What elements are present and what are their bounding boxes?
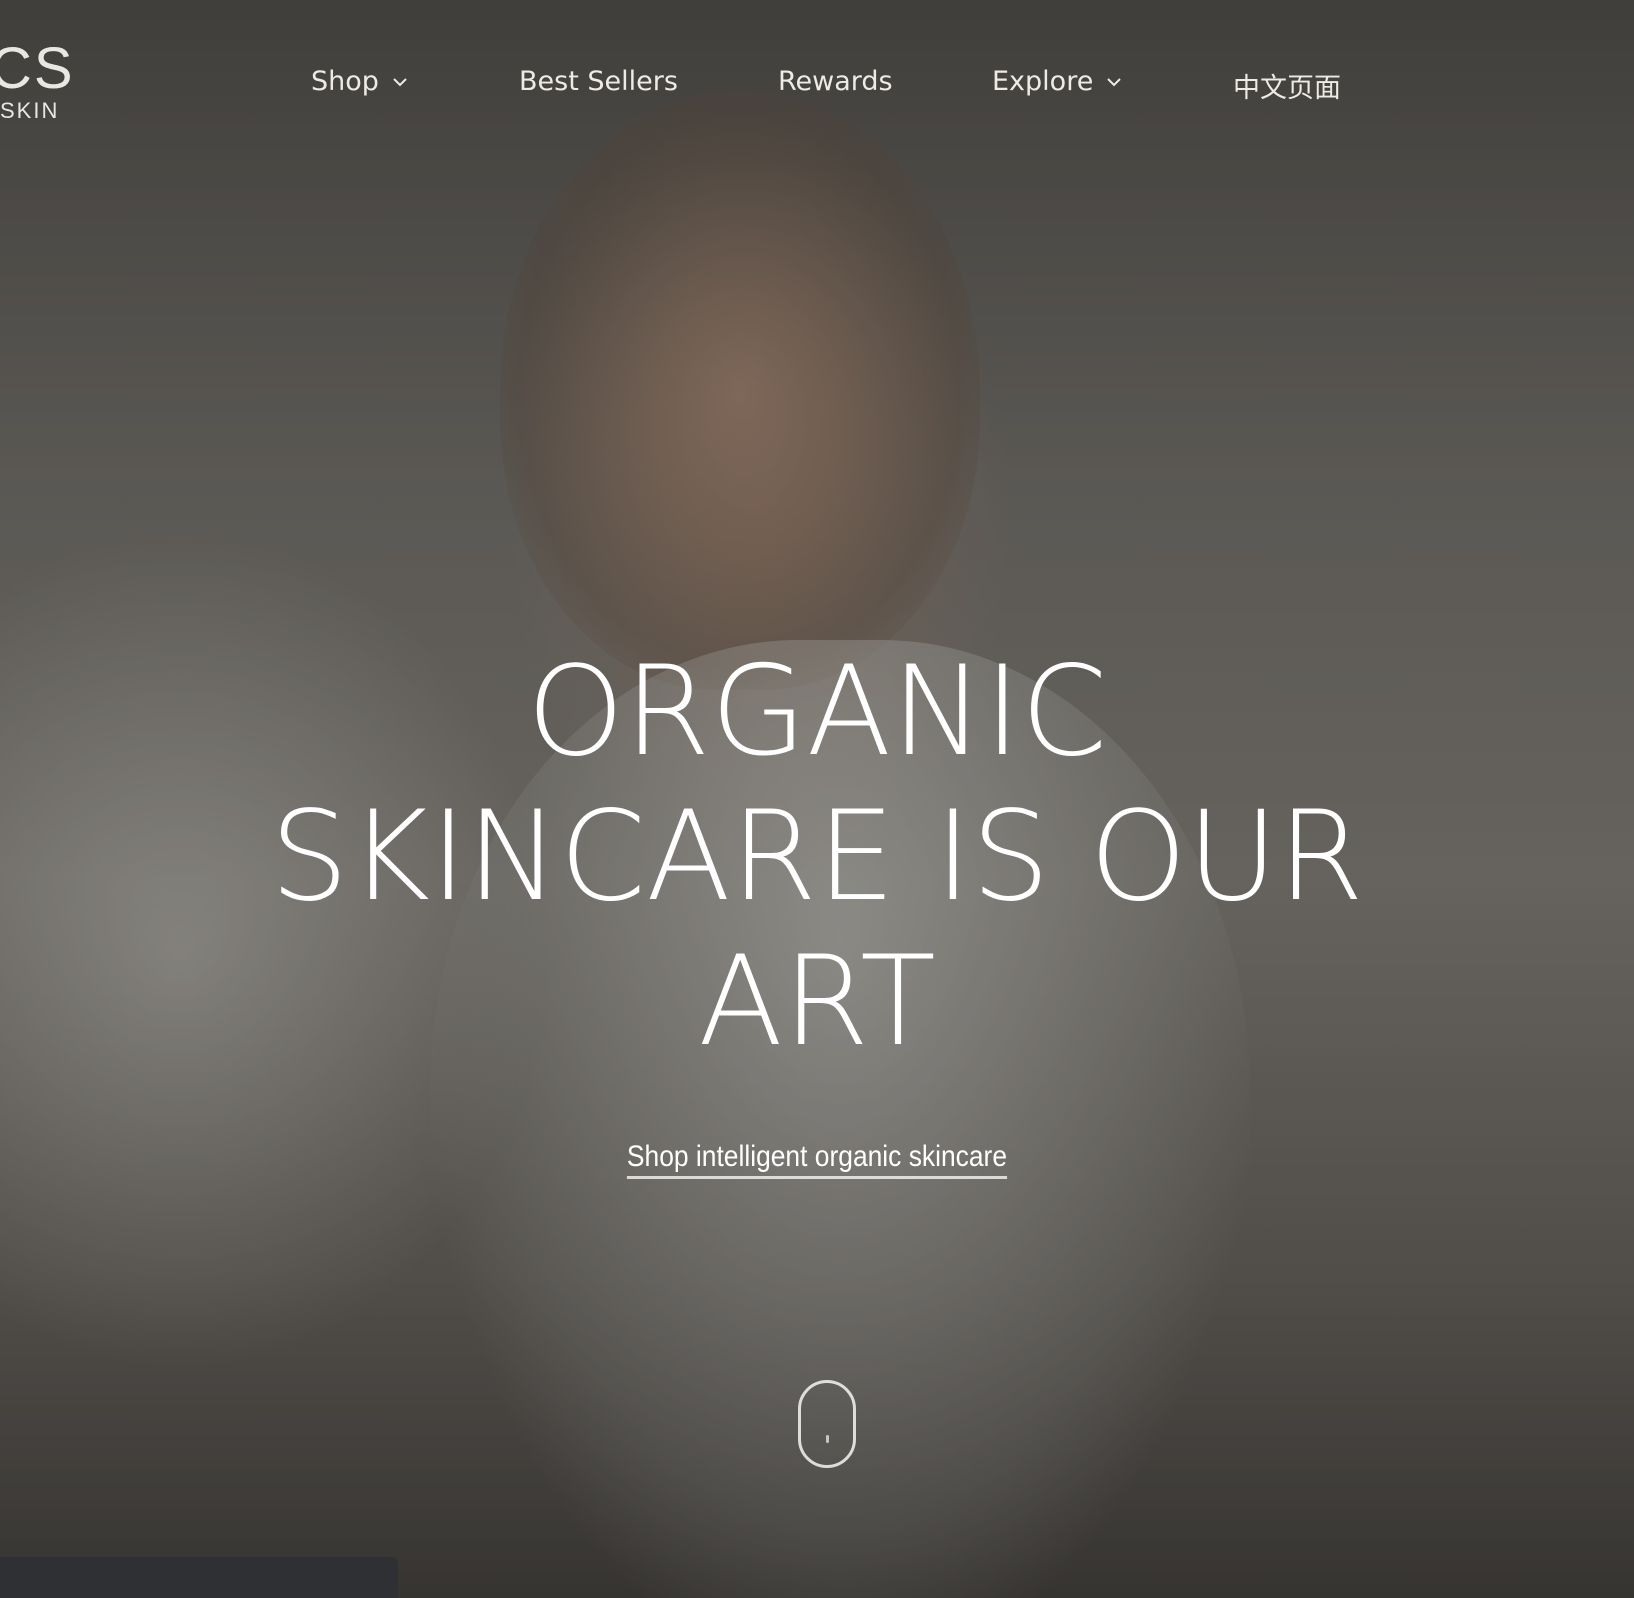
nav-item-explore[interactable]: Explore	[992, 66, 1122, 97]
nav-item-label: Shop	[311, 66, 379, 97]
nav-item-label: Explore	[992, 66, 1094, 97]
nav-item-chinese-page[interactable]: 中文页面	[1233, 66, 1341, 105]
nav-item-label: 中文页面	[1233, 73, 1341, 104]
mouse-scroll-icon[interactable]	[798, 1380, 856, 1468]
hero-section: CS SKIN Shop Best Sellers Rewards Explor…	[0, 0, 1634, 1598]
nav-item-label: Best Sellers	[519, 66, 678, 97]
nav-item-best-sellers[interactable]: Best Sellers	[519, 66, 678, 97]
chevron-down-icon	[1107, 77, 1122, 86]
nav-item-shop[interactable]: Shop	[311, 66, 407, 97]
shop-skincare-link[interactable]: Shop intelligent organic skincare	[626, 1140, 1008, 1179]
hero-cta-wrapper: Shop intelligent organic skincare	[0, 1140, 1634, 1179]
nav-item-rewards[interactable]: Rewards	[778, 66, 893, 97]
headline-line-3: ART	[698, 930, 936, 1074]
headline-line-2: SKINCARE IS OUR	[270, 785, 1364, 929]
scroll-wheel-dot	[826, 1435, 829, 1443]
bottom-widget-bar[interactable]	[0, 1557, 398, 1598]
hero-headline: ORGANIC SKINCARE IS OUR ART	[0, 640, 1634, 1075]
chevron-down-icon	[393, 77, 407, 86]
main-nav: Shop Best Sellers Rewards Explore 中文页面	[0, 66, 1634, 116]
headline-line-1: ORGANIC	[526, 640, 1108, 784]
nav-item-label: Rewards	[778, 66, 893, 97]
